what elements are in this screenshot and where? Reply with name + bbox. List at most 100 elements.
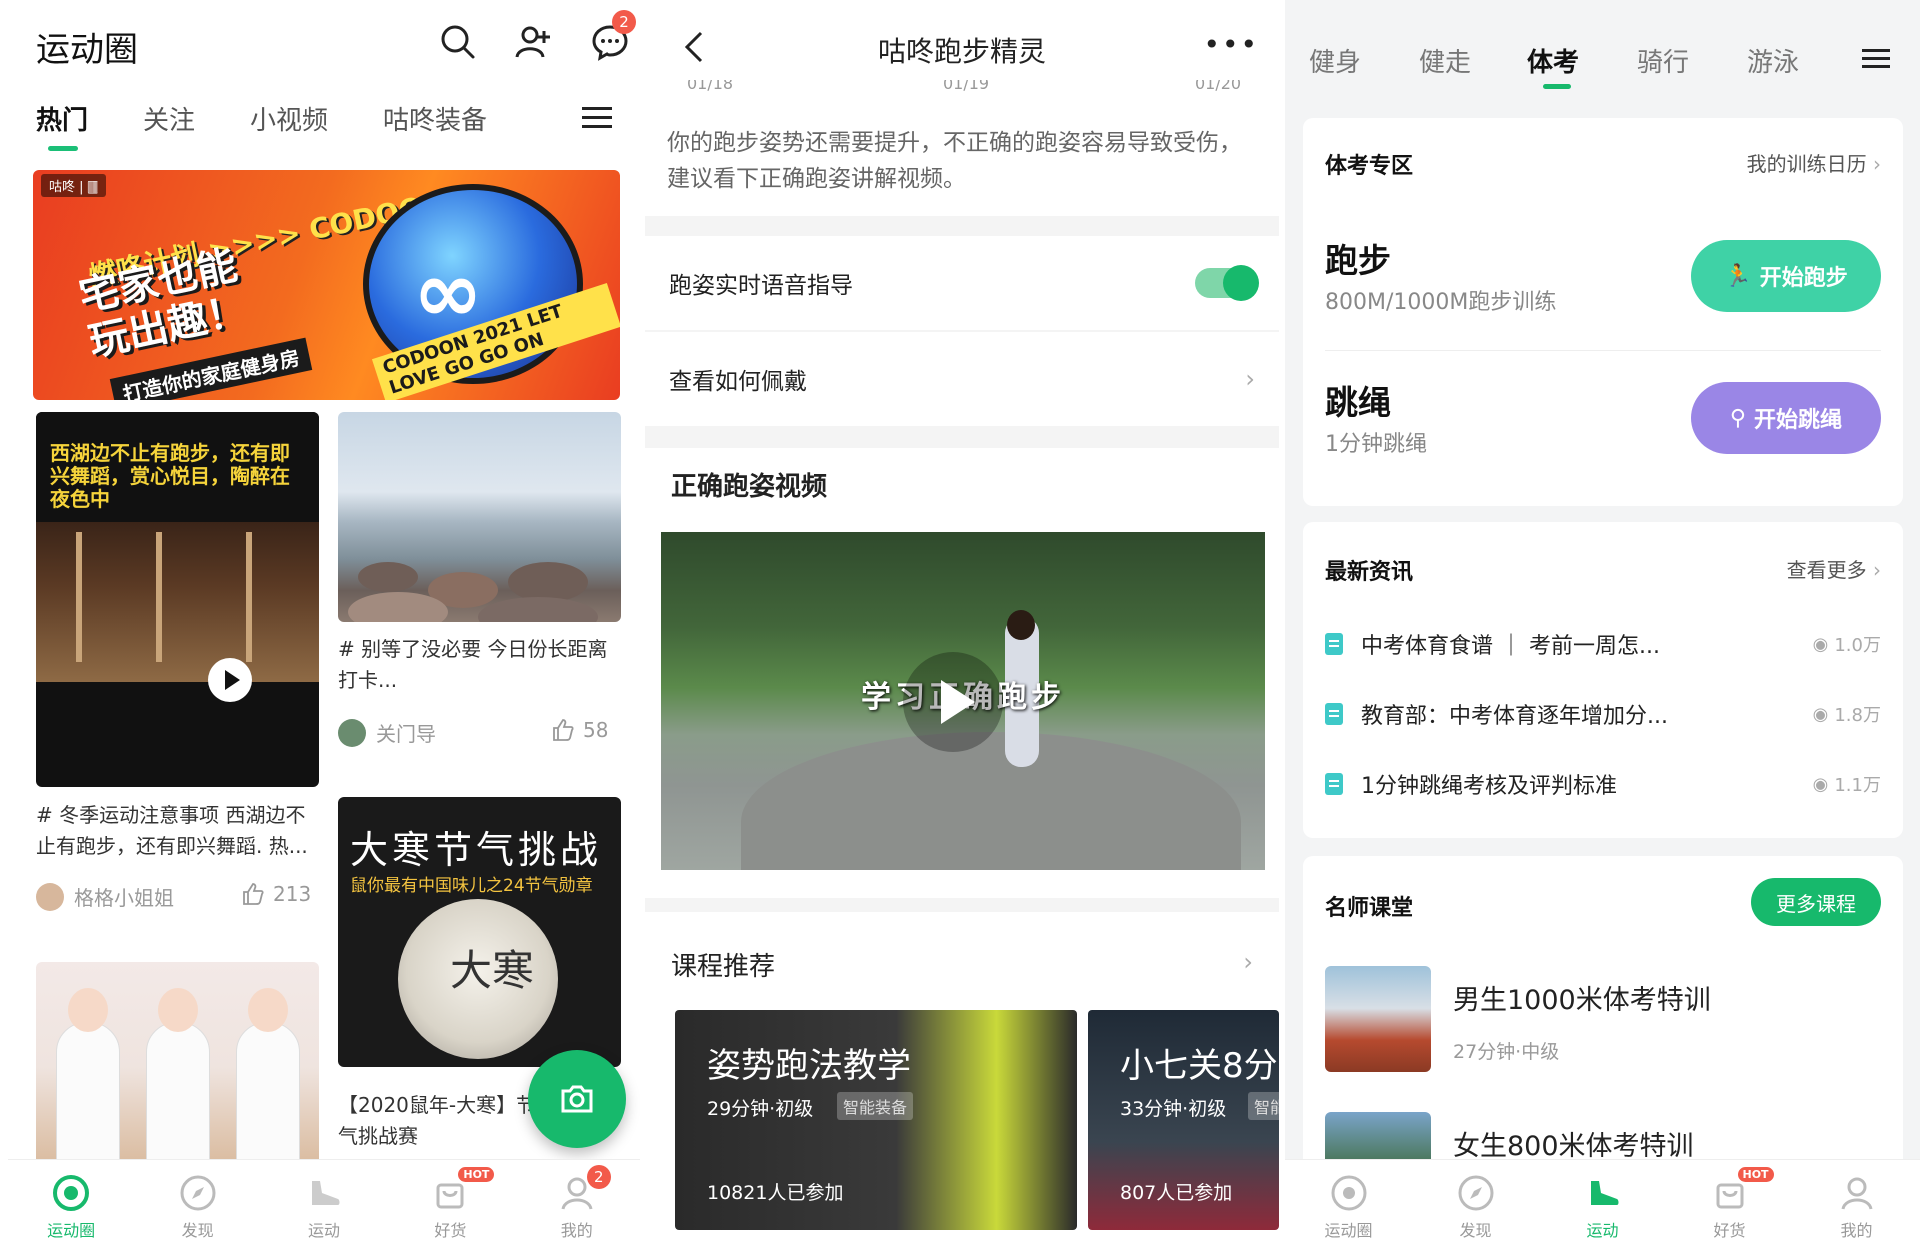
voice-guide-toggle[interactable] bbox=[1195, 265, 1259, 301]
course-item[interactable]: 男生1000米体考特训 27分钟·中级 bbox=[1325, 966, 1711, 1072]
more-options-icon[interactable]: ••• bbox=[1203, 28, 1259, 61]
page-title: 咕咚跑步精灵 bbox=[877, 35, 1046, 68]
exam-training-screen: 健身 健走 体考 骑行 游泳 体考专区 我的训练日历 › 跑步 800M/100… bbox=[1285, 0, 1920, 1253]
community-screen: 运动圈 2 热门 关注 小视频 咕咚装备 咕咚 | 🀫 燃咚计划 >>>> CO… bbox=[8, 0, 640, 1253]
course-card[interactable]: 姿势跑法教学 29分钟·初级 智能装备 10821人已参加 bbox=[675, 1010, 1077, 1230]
camera-post-button[interactable] bbox=[528, 1050, 626, 1148]
section-title: 正确跑姿视频 bbox=[671, 472, 828, 502]
tab-hot[interactable]: 热门 bbox=[36, 100, 88, 151]
play-icon[interactable] bbox=[208, 658, 252, 702]
page-title: 运动圈 bbox=[36, 30, 138, 70]
section-title: 课程推荐 bbox=[671, 952, 776, 982]
nav-community[interactable]: 运动圈 bbox=[1299, 1173, 1399, 1241]
running-advice: 你的跑步姿势还需要提升，不正确的跑姿容易导致受伤，建议看下正确跑姿讲解视频。 bbox=[645, 96, 1279, 216]
nav-sport[interactable]: 运动 bbox=[1553, 1173, 1653, 1241]
exercise-name: 跳绳 bbox=[1325, 383, 1391, 422]
menu-icon[interactable] bbox=[582, 106, 612, 130]
runner-icon: 🏃 bbox=[1724, 263, 1752, 289]
running-coach-screen: 咕咚跑步精灵 ••• 01/18 01/19 01/20 你的跑步姿势还需要提升… bbox=[645, 0, 1279, 1253]
camera-icon bbox=[557, 1079, 597, 1119]
course-section: 课程推荐 › 姿势跑法教学 29分钟·初级 智能装备 10821人已参加 小七关… bbox=[645, 912, 1279, 1253]
chevron-right-icon[interactable]: › bbox=[1243, 948, 1253, 976]
nav-me[interactable]: 2 我的 bbox=[527, 1164, 627, 1241]
banner-logo: 咕咚 | 🀫 bbox=[41, 174, 106, 197]
chart-axis: 01/18 01/19 01/20 bbox=[645, 80, 1279, 96]
user-icon bbox=[1837, 1173, 1877, 1213]
nav-community[interactable]: 运动圈 bbox=[21, 1173, 121, 1241]
voice-guide-row: 跑姿实时语音指导 bbox=[645, 236, 1279, 330]
promo-banner[interactable]: 咕咚 | 🀫 燃咚计划 >>>> CODOON 宅家也能 玩出趣！ 打造你的家庭… bbox=[33, 170, 620, 400]
thumbs-up-icon bbox=[241, 882, 265, 906]
hot-badge: HOT bbox=[458, 1166, 495, 1182]
news-item[interactable]: 1分钟跳绳考核及评判标准 ◉ 1.1万 bbox=[1325, 764, 1881, 804]
shoe-icon bbox=[1583, 1173, 1623, 1213]
exercise-name: 跑步 bbox=[1325, 241, 1391, 280]
chevron-right-icon: › bbox=[1245, 365, 1255, 393]
avatar bbox=[36, 882, 64, 911]
eye-icon: ◉ bbox=[1812, 703, 1829, 725]
message-badge: 2 bbox=[612, 10, 636, 34]
tab-short-video[interactable]: 小视频 bbox=[250, 100, 328, 151]
news-panel: 最新资讯 查看更多 › 中考体育食谱 ｜ 考前一周怎... ◉ 1.0万 教育部：… bbox=[1303, 522, 1903, 838]
start-rope-button[interactable]: ⚲ 开始跳绳 bbox=[1691, 382, 1881, 454]
menu-icon[interactable] bbox=[1862, 48, 1890, 70]
nav-discover[interactable]: 发现 bbox=[1426, 1173, 1526, 1241]
compass-ring-icon bbox=[1329, 1173, 1369, 1213]
bottom-nav: 运动圈 发现 运动 HOT 好货 我的 bbox=[1285, 1159, 1920, 1253]
post-author[interactable]: 关门导 bbox=[338, 718, 436, 747]
tab-fitness[interactable]: 健身 bbox=[1309, 42, 1361, 79]
like-button[interactable]: 213 bbox=[241, 882, 311, 906]
shoe-icon bbox=[304, 1173, 344, 1213]
post-text[interactable]: # 别等了没必要 今日份长距离打卡... bbox=[338, 634, 621, 696]
see-more-link[interactable]: 查看更多 › bbox=[1787, 554, 1881, 583]
exercise-desc: 1分钟跳绳 bbox=[1325, 432, 1427, 457]
like-button[interactable]: 58 bbox=[551, 718, 608, 742]
post-card-challenge[interactable]: 大寒节气挑战 鼠你最有中国味儿之24节气勋章 大寒 bbox=[338, 797, 621, 1067]
challenge-subtitle: 鼠你最有中国味儿之24节气勋章 bbox=[350, 876, 593, 896]
tab-exam[interactable]: 体考 bbox=[1527, 42, 1579, 89]
video-thumbnail bbox=[36, 522, 319, 682]
nav-shop[interactable]: HOT 好货 bbox=[400, 1166, 500, 1241]
panel-title: 最新资讯 bbox=[1325, 560, 1414, 585]
divider bbox=[1325, 350, 1881, 351]
message-icon[interactable]: 2 bbox=[590, 10, 636, 62]
tab-gear[interactable]: 咕咚装备 bbox=[383, 100, 487, 151]
compass-icon bbox=[178, 1173, 218, 1213]
compass-ring-icon bbox=[51, 1173, 91, 1213]
jump-rope-icon: ⚲ bbox=[1729, 405, 1747, 431]
nav-sport[interactable]: 运动 bbox=[274, 1173, 374, 1241]
nav-shop[interactable]: HOT 好货 bbox=[1680, 1166, 1780, 1241]
add-friend-icon[interactable] bbox=[514, 22, 554, 62]
post-text[interactable]: 【2020鼠年-大寒】节气挑战赛 bbox=[338, 1090, 538, 1152]
nav-discover[interactable]: 发现 bbox=[148, 1173, 248, 1241]
voice-guide-label: 跑姿实时语音指导 bbox=[669, 273, 853, 299]
tab-follow[interactable]: 关注 bbox=[143, 100, 195, 151]
hot-badge: HOT bbox=[1737, 1166, 1774, 1182]
play-icon[interactable] bbox=[903, 652, 1003, 752]
post-card-dance[interactable] bbox=[36, 962, 319, 1172]
how-to-wear-row[interactable]: 查看如何佩戴 › bbox=[645, 332, 1279, 426]
eye-icon: ◉ bbox=[1812, 773, 1829, 795]
start-running-button[interactable]: 🏃 开始跑步 bbox=[1691, 240, 1881, 312]
document-icon bbox=[1325, 633, 1343, 655]
post-card-video[interactable]: 西湖边不止有跑步，还有即兴舞蹈，赏心悦目，陶醉在夜色中 bbox=[36, 412, 319, 787]
tab-cycling[interactable]: 骑行 bbox=[1637, 42, 1689, 79]
news-item[interactable]: 教育部：中考体育逐年增加分... ◉ 1.8万 bbox=[1325, 694, 1881, 734]
exercise-desc: 800M/1000M跑步训练 bbox=[1325, 290, 1557, 315]
eye-icon: ◉ bbox=[1812, 633, 1829, 655]
training-calendar-link[interactable]: 我的训练日历 › bbox=[1747, 148, 1881, 177]
how-to-wear-label: 查看如何佩戴 bbox=[669, 369, 807, 395]
post-card-sea[interactable] bbox=[338, 412, 621, 622]
news-item[interactable]: 中考体育食谱 ｜ 考前一周怎... ◉ 1.0万 bbox=[1325, 624, 1881, 664]
tab-swimming[interactable]: 游泳 bbox=[1747, 42, 1799, 79]
more-courses-button[interactable]: 更多课程 bbox=[1751, 878, 1881, 926]
post-text[interactable]: # 冬季运动注意事项 西湖边不止有跑步，还有即兴舞蹈. 热... bbox=[36, 800, 319, 862]
compass-icon bbox=[1456, 1173, 1496, 1213]
me-badge: 2 bbox=[586, 1164, 611, 1189]
course-card[interactable]: 小七关8分 33分钟·初级 智能 807人已参加 bbox=[1088, 1010, 1279, 1230]
nav-me[interactable]: 我的 bbox=[1807, 1173, 1907, 1241]
post-author[interactable]: 格格小姐姐 bbox=[36, 882, 174, 911]
tab-walking[interactable]: 健走 bbox=[1419, 42, 1471, 79]
search-icon[interactable] bbox=[438, 22, 478, 62]
running-form-video[interactable]: 学习正确跑步 bbox=[661, 532, 1265, 870]
